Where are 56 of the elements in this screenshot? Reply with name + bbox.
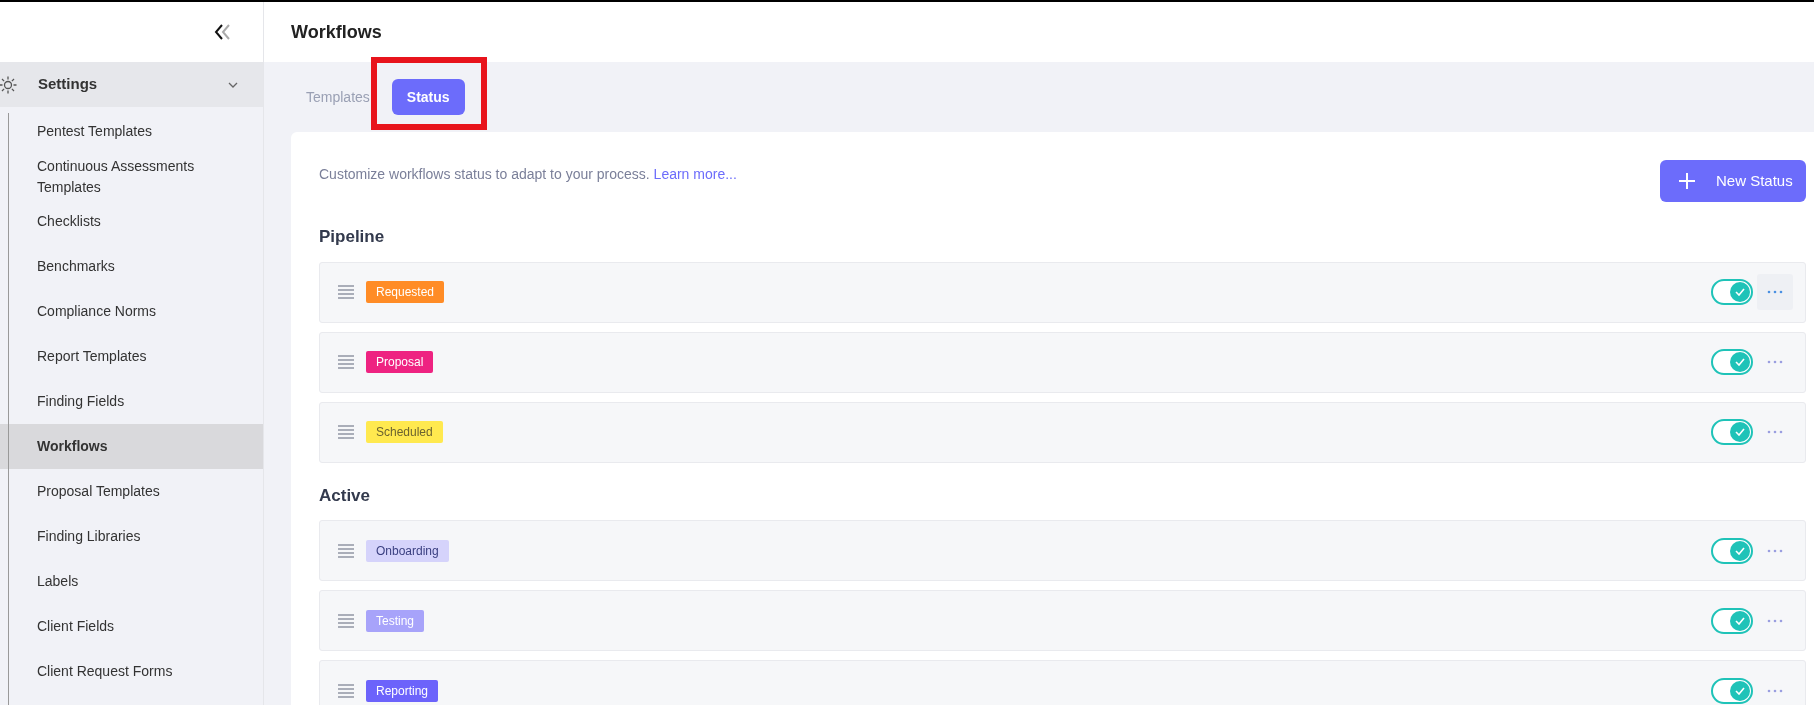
status-tag: Requested	[366, 281, 445, 303]
toggle-switch[interactable]	[1711, 677, 1753, 704]
description-text: Customize workflows status to adapt to your process. Learn more...	[319, 165, 737, 184]
toggle-switch[interactable]	[1711, 419, 1753, 445]
more-icon	[1767, 548, 1783, 553]
sidebar-item[interactable]: Benchmarks	[0, 244, 263, 289]
sidebar-item[interactable]: Finding Fields	[0, 379, 263, 424]
toggle-switch[interactable]	[1711, 607, 1753, 634]
drag-handle-icon[interactable]	[338, 543, 354, 558]
more-icon	[1767, 618, 1783, 623]
sidebar-item[interactable]: Labels	[0, 559, 263, 604]
drag-handle-icon[interactable]	[338, 683, 354, 698]
learn-more-link[interactable]: Learn more...	[653, 166, 737, 182]
drag-handle-icon[interactable]	[338, 613, 354, 628]
check-icon	[1735, 358, 1745, 366]
settings-icon	[0, 74, 18, 95]
page-title: Workflows	[291, 20, 382, 44]
check-icon	[1735, 288, 1745, 296]
settings-menu-header[interactable]: Settings	[0, 62, 263, 107]
sidebar-item[interactable]: Proposal Templates	[0, 469, 263, 514]
sidebar-item[interactable]: Report Templates	[0, 334, 263, 379]
check-icon	[1735, 686, 1745, 695]
sidebar-item[interactable]: Finding Libraries	[0, 514, 263, 559]
plus-icon	[1678, 172, 1696, 190]
status-tag: Proposal	[366, 351, 434, 373]
chevron-icon	[227, 80, 239, 89]
sidebar-item[interactable]: Client Fields	[0, 604, 263, 649]
sidebar-item[interactable]: Checklists	[0, 199, 263, 244]
drag-handle-icon[interactable]	[338, 285, 354, 299]
check-icon	[1735, 428, 1745, 436]
collapse-icon[interactable]	[213, 23, 233, 41]
new-status-button[interactable]: New Status	[1660, 160, 1806, 202]
sidebar-item[interactable]: Client Request Forms	[0, 649, 263, 694]
status-tag: Onboarding	[366, 539, 449, 562]
drag-handle-icon[interactable]	[338, 425, 354, 439]
more-icon	[1767, 360, 1783, 364]
tab[interactable]: Status	[391, 79, 465, 115]
status-tag: Testing	[366, 609, 425, 632]
status-tag: Reporting	[366, 679, 439, 702]
more-icon	[1767, 290, 1783, 294]
check-icon	[1735, 616, 1745, 625]
sidebar-item[interactable]: Pentest Templates	[0, 109, 263, 154]
toggle-switch[interactable]	[1711, 349, 1753, 375]
drag-handle-icon[interactable]	[338, 355, 354, 369]
sidebar-item[interactable]: Continuous Assessments Templates	[0, 154, 263, 199]
status-tag: Scheduled	[366, 421, 443, 443]
section-heading: Pipeline	[319, 226, 386, 248]
more-options-button[interactable]	[1757, 274, 1793, 310]
more-icon	[1767, 688, 1783, 693]
sidebar-item[interactable]: Compliance Norms	[0, 289, 263, 334]
toggle-switch[interactable]	[1711, 537, 1753, 564]
more-icon	[1767, 430, 1783, 434]
sidebar-item[interactable]: Workflows	[0, 424, 263, 469]
section-heading: Active	[319, 484, 372, 507]
toggle-switch[interactable]	[1711, 279, 1753, 305]
check-icon	[1735, 546, 1745, 555]
